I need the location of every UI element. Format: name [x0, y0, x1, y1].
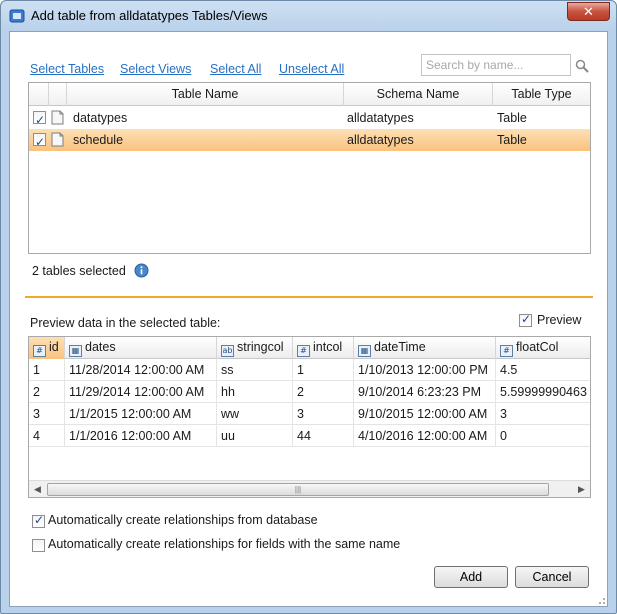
table-name: schedule	[73, 133, 124, 147]
select-views-link[interactable]: Select Views	[120, 62, 191, 76]
header-check-column	[29, 83, 49, 106]
table-name: datatypes	[73, 111, 128, 125]
header-table-name[interactable]: Table Name	[67, 83, 344, 106]
scroll-left-icon[interactable]: ◀	[29, 481, 46, 497]
schema-name: alldatatypes	[347, 111, 414, 125]
grid-cell: 2	[29, 381, 65, 403]
grid-cell: 4.5	[496, 359, 590, 381]
col-header-stringcol[interactable]: ab stringcol	[217, 337, 293, 359]
select-tables-link[interactable]: Select Tables	[30, 62, 104, 76]
grid-cell: 3	[496, 403, 590, 425]
col-header-dates[interactable]: ▦ dates	[65, 337, 217, 359]
close-button[interactable]: ✕	[567, 2, 610, 21]
cancel-button[interactable]: Cancel	[515, 566, 589, 588]
header-schema-name[interactable]: Schema Name	[344, 83, 493, 106]
table-icon	[51, 132, 64, 147]
number-type-icon: #	[500, 345, 513, 357]
grid-cell: ww	[217, 403, 293, 425]
auto-relationships-db-checkbox[interactable]	[32, 513, 45, 528]
grid-cell: 9/10/2014 6:23:23 PM	[354, 381, 496, 403]
calendar-type-icon: ▦	[69, 345, 82, 357]
grid-cell: 5.59999990463	[496, 381, 590, 403]
preview-checkbox[interactable]	[519, 312, 532, 327]
horizontal-scrollbar[interactable]: ◀ ||| ▶	[29, 480, 590, 497]
table-row-datatypes[interactable]: datatypes alldatatypes Table	[29, 107, 590, 131]
section-divider	[25, 296, 593, 298]
grid-cell: 0	[496, 425, 590, 447]
table-list-header: Table Name Schema Name Table Type	[29, 83, 590, 106]
grid-cell: 1/1/2016 12:00:00 AM	[65, 425, 217, 447]
grid-cell: 4	[29, 425, 65, 447]
window-title: Add table from alldatatypes Tables/Views	[31, 8, 268, 23]
preview-grid: # id ▦ dates ab stringcol # intcol ▦ dateTime…	[28, 336, 591, 498]
scroll-thumb[interactable]: |||	[47, 483, 549, 496]
scroll-right-icon[interactable]: ▶	[573, 481, 590, 497]
row-checkbox[interactable]	[33, 109, 46, 131]
title-bar[interactable]: Add table from alldatatypes Tables/Views…	[1, 1, 616, 31]
text-type-icon: ab	[221, 345, 234, 357]
dialog-window: Add table from alldatatypes Tables/Views…	[0, 0, 617, 614]
col-header-intcol[interactable]: # intcol	[293, 337, 354, 359]
grid-header: # id ▦ dates ab stringcol # intcol ▦ dateTime…	[29, 337, 590, 359]
unselect-all-link[interactable]: Unselect All	[279, 62, 344, 76]
grid-cell: 1/1/2015 12:00:00 AM	[65, 403, 217, 425]
grid-cell: uu	[217, 425, 293, 447]
grid-cell: 1	[29, 359, 65, 381]
table-list: Table Name Schema Name Table Type dataty…	[28, 82, 591, 254]
search-input[interactable]	[421, 54, 571, 76]
col-header-floatcol[interactable]: # floatCol	[496, 337, 590, 359]
grid-cell: 11/28/2014 12:00:00 AM	[65, 359, 217, 381]
app-icon	[9, 9, 25, 23]
header-icon-column	[49, 83, 67, 106]
grid-cell: 1	[293, 359, 354, 381]
col-header-datetime[interactable]: ▦ dateTime	[354, 337, 496, 359]
col-header-id[interactable]: # id	[29, 337, 65, 359]
grid-cell: hh	[217, 381, 293, 403]
preview-label: Preview data in the selected table:	[30, 316, 221, 330]
table-type: Table	[497, 133, 527, 147]
preview-checkbox-label[interactable]: Preview	[537, 313, 581, 327]
add-button[interactable]: Add	[434, 566, 508, 588]
grid-cell: 4/10/2016 12:00:00 AM	[354, 425, 496, 447]
grid-cell: 11/29/2014 12:00:00 AM	[65, 381, 217, 403]
resize-grip-icon[interactable]	[596, 595, 606, 605]
schema-name: alldatatypes	[347, 133, 414, 147]
table-row-schedule[interactable]: schedule alldatatypes Table	[29, 129, 590, 153]
auto-relationships-names-checkbox[interactable]	[32, 539, 45, 552]
grid-row[interactable]: 3 1/1/2015 12:00:00 AM ww 3 9/10/2015 12…	[29, 403, 590, 425]
info-icon[interactable]	[134, 263, 149, 278]
grid-row[interactable]: 4 1/1/2016 12:00:00 AM uu 44 4/10/2016 1…	[29, 425, 590, 447]
grid-row[interactable]: 1 11/28/2014 12:00:00 AM ss 1 1/10/2013 …	[29, 359, 590, 381]
dialog-body: Select Tables Select Views Select All Un…	[9, 31, 608, 607]
calendar-type-icon: ▦	[358, 345, 371, 357]
row-checkbox[interactable]	[33, 131, 46, 153]
number-type-icon: #	[33, 345, 46, 357]
table-type: Table	[497, 111, 527, 125]
table-icon	[51, 110, 64, 125]
header-table-type[interactable]: Table Type	[493, 83, 590, 106]
grid-cell: 3	[293, 403, 354, 425]
number-type-icon: #	[297, 345, 310, 357]
auto-relationships-names-label[interactable]: Automatically create relationships for f…	[48, 537, 400, 551]
grid-cell: ss	[217, 359, 293, 381]
select-all-link[interactable]: Select All	[210, 62, 261, 76]
grid-cell: 1/10/2013 12:00:00 PM	[354, 359, 496, 381]
selection-summary: 2 tables selected	[32, 264, 126, 278]
search-icon[interactable]	[575, 59, 589, 73]
grid-row[interactable]: 2 11/29/2014 12:00:00 AM hh 2 9/10/2014 …	[29, 381, 590, 403]
grid-cell: 3	[29, 403, 65, 425]
grid-cell: 9/10/2015 12:00:00 AM	[354, 403, 496, 425]
auto-relationships-db-label[interactable]: Automatically create relationships from …	[48, 513, 318, 527]
grid-cell: 2	[293, 381, 354, 403]
grid-cell: 44	[293, 425, 354, 447]
